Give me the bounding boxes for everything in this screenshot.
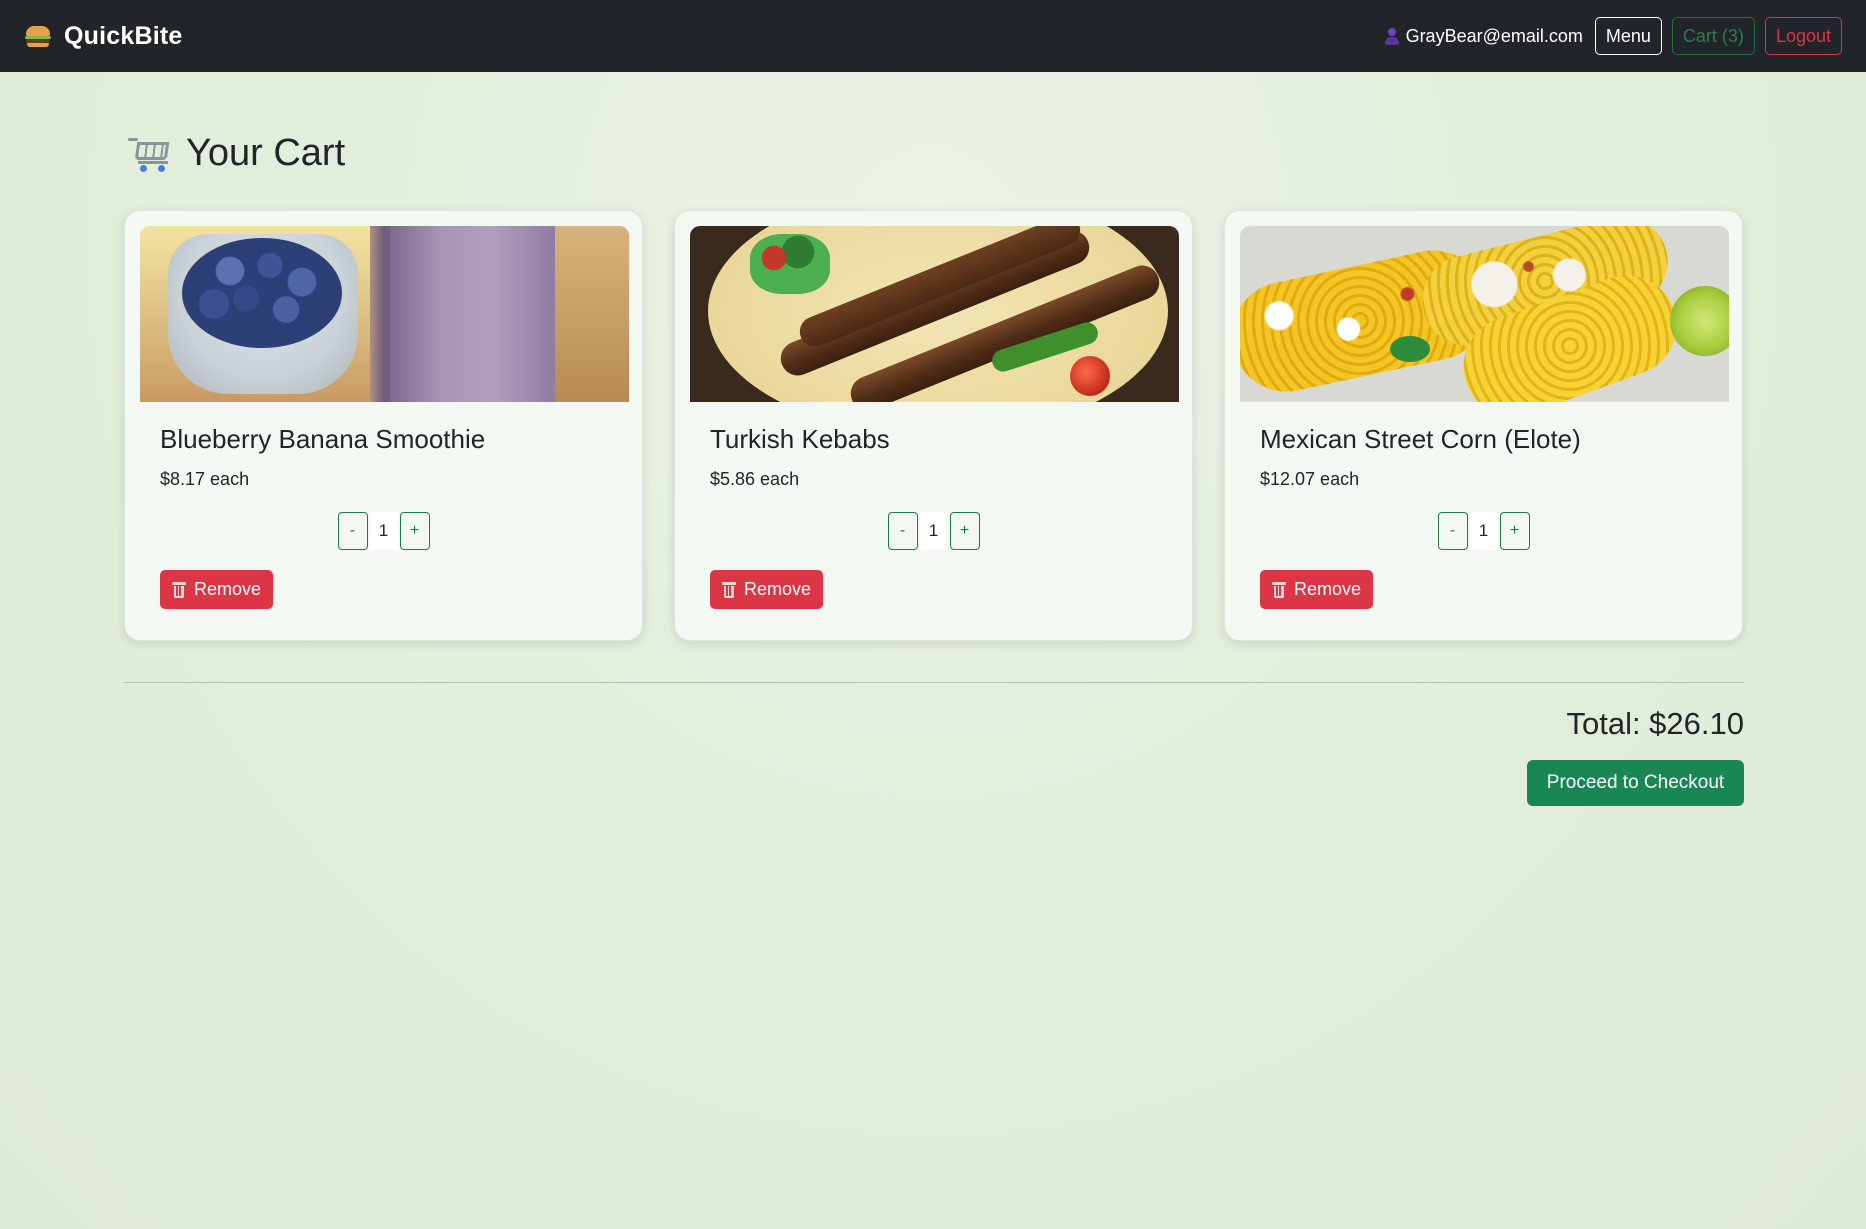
nav-right: GrayBear@email.com Menu Cart (3) Logout xyxy=(1384,17,1842,55)
increment-button[interactable]: + xyxy=(1499,512,1530,550)
item-name: Turkish Kebabs xyxy=(710,424,890,454)
trash-icon xyxy=(721,581,736,598)
quantity-stepper: - 1 + xyxy=(1260,512,1707,550)
remove-button[interactable]: Remove xyxy=(160,570,273,609)
item-name: Blueberry Banana Smoothie xyxy=(160,424,486,454)
cart-item-card: Turkish Kebabs $5.86 each - 1 + Remove xyxy=(674,210,1193,641)
cart-items: Blueberry Banana Smoothie $8.17 each - 1… xyxy=(124,210,1743,641)
decrement-button[interactable]: - xyxy=(887,512,918,550)
cart-total: Total: $26.10 xyxy=(1566,706,1744,741)
quantity-stepper: - 1 + xyxy=(710,512,1157,550)
item-image xyxy=(690,226,1179,402)
increment-button[interactable]: + xyxy=(949,512,980,550)
trash-icon xyxy=(1271,581,1286,598)
user-info: GrayBear@email.com xyxy=(1384,26,1583,47)
user-email: GrayBear@email.com xyxy=(1405,25,1583,46)
divider xyxy=(124,682,1744,683)
remove-label: Remove xyxy=(1293,579,1362,599)
user-icon xyxy=(1384,27,1400,45)
decrement-button[interactable]: - xyxy=(1437,512,1468,550)
quantity-value: 1 xyxy=(919,512,948,550)
navbar: QuickBite GrayBear@email.com Menu Cart (… xyxy=(0,0,1866,72)
decrement-button[interactable]: - xyxy=(337,512,368,550)
remove-label: Remove xyxy=(193,579,262,599)
checkout-button[interactable]: Proceed to Checkout xyxy=(1527,760,1744,806)
trash-icon xyxy=(171,581,186,598)
item-image xyxy=(140,226,629,402)
shopping-cart-icon xyxy=(128,134,172,174)
quantity-value: 1 xyxy=(1469,512,1498,550)
item-price: $5.86 each xyxy=(710,469,800,489)
remove-button[interactable]: Remove xyxy=(710,570,823,609)
cart-button[interactable]: Cart (3) xyxy=(1671,17,1755,55)
logout-button[interactable]: Logout xyxy=(1764,17,1842,55)
quantity-value: 1 xyxy=(369,512,398,550)
item-image xyxy=(1240,226,1729,402)
cart-item-card: Blueberry Banana Smoothie $8.17 each - 1… xyxy=(124,210,643,641)
item-price: $12.07 each xyxy=(1260,469,1360,489)
remove-button[interactable]: Remove xyxy=(1260,570,1373,609)
quantity-stepper: - 1 + xyxy=(160,512,607,550)
brand[interactable]: QuickBite xyxy=(24,22,183,51)
brand-name: QuickBite xyxy=(64,21,183,50)
burger-icon xyxy=(24,24,52,48)
cart-item-card: Mexican Street Corn (Elote) $12.07 each … xyxy=(1224,210,1743,641)
page-title-text: Your Cart xyxy=(186,132,346,174)
item-price: $8.17 each xyxy=(160,469,250,489)
increment-button[interactable]: + xyxy=(399,512,430,550)
menu-button[interactable]: Menu xyxy=(1594,17,1662,55)
page-title: Your Cart xyxy=(128,132,345,175)
item-name: Mexican Street Corn (Elote) xyxy=(1260,424,1581,454)
remove-label: Remove xyxy=(743,579,812,599)
